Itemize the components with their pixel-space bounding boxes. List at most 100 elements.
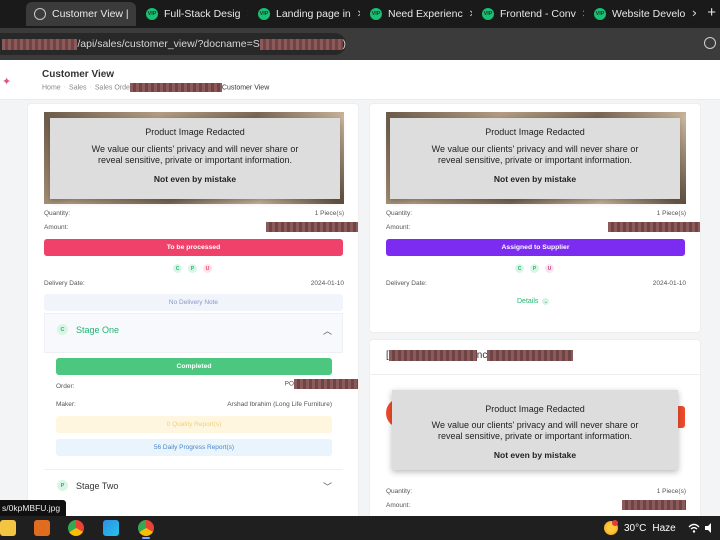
- weather-condition: Haze: [652, 522, 676, 534]
- chrome-icon[interactable]: [138, 520, 154, 536]
- file-explorer-icon[interactable]: [0, 520, 16, 536]
- stage-two-label: Stage Two: [76, 480, 119, 491]
- amount-value: [266, 222, 358, 232]
- redacted-block: [622, 500, 686, 510]
- maker-label: Maker:: [56, 401, 76, 408]
- order-item-card: Product Image Redacted We value our clie…: [370, 104, 700, 332]
- browser-tab-bar: Customer View | ✕ VIP Full-Stack Desig ✕…: [0, 0, 720, 28]
- zoom-icon[interactable]: [704, 37, 716, 49]
- breadcrumb-sales-order[interactable]: Sales Orde: [95, 84, 130, 91]
- url-text-suffix: ): [342, 38, 347, 50]
- step-chip-p[interactable]: P: [530, 264, 539, 273]
- stage-one-title[interactable]: C Stage One: [57, 324, 119, 335]
- close-icon[interactable]: ✕: [135, 9, 136, 20]
- breadcrumb-current: Customer View: [221, 84, 270, 92]
- close-icon[interactable]: ✕: [469, 9, 472, 20]
- page-header: ✦ Customer View Home · Sales · Sales Orde Cus…: [0, 60, 720, 100]
- order-card: [nc Product Image Redacted We value our …: [370, 340, 700, 516]
- order-label: Order:: [56, 383, 75, 390]
- amount-value: [622, 500, 686, 510]
- stage-status-button[interactable]: Completed: [56, 358, 332, 375]
- details-link[interactable]: Details ⌄: [517, 298, 550, 305]
- store-icon[interactable]: [103, 520, 119, 536]
- quantity-value: 1 Piece(s): [656, 488, 686, 495]
- tab-full-stack[interactable]: VIP Full-Stack Desig ✕: [138, 2, 248, 26]
- notice-title: Product Image Redacted: [145, 127, 245, 137]
- delivery-date-label: Delivery Date:: [386, 280, 427, 287]
- step-chip-u[interactable]: U: [545, 264, 554, 273]
- wifi-icon[interactable]: [688, 522, 700, 534]
- close-icon[interactable]: ✕: [582, 9, 584, 20]
- chevron-up-icon[interactable]: ︿: [323, 324, 332, 337]
- notice-body-line1: We value our clients' privacy and will n…: [431, 420, 639, 430]
- fiverr-icon: VIP: [370, 8, 382, 20]
- status-button[interactable]: Assigned to Supplier: [386, 239, 685, 256]
- close-icon[interactable]: ✕: [357, 9, 360, 20]
- order-value-prefix: PO: [284, 380, 294, 388]
- browser-toolbar: /api/sales/customer_view/?docname=S ): [0, 28, 720, 60]
- stage-two-badge: P: [57, 480, 68, 491]
- tab-landing-page[interactable]: VIP Landing page in ✕: [250, 2, 360, 26]
- close-icon[interactable]: ✕: [246, 9, 248, 20]
- rocket-icon[interactable]: ✦: [2, 75, 11, 88]
- quantity-value: 1 Piece(s): [656, 210, 686, 217]
- redaction-notice: Product Image Redacted We value our clie…: [390, 118, 680, 199]
- volume-icon[interactable]: [704, 522, 716, 534]
- fiverr-icon: VIP: [146, 8, 158, 20]
- temperature: 30°C: [624, 522, 647, 534]
- step-chips: C P U: [173, 264, 212, 273]
- tab-website-developer[interactable]: VIP Website Develo ✕: [586, 2, 696, 26]
- tab-need-experienced[interactable]: VIP Need Experienc ✕: [362, 2, 472, 26]
- order-value: PO: [285, 379, 358, 389]
- quantity-label: Quantity:: [44, 210, 71, 217]
- notice-title: Product Image Redacted: [485, 404, 585, 414]
- notice-body-line1: We value our clients' privacy and will n…: [431, 144, 639, 154]
- step-chip-c[interactable]: C: [173, 264, 182, 273]
- notice-emphasis: Not even by mistake: [153, 174, 237, 184]
- amount-label: Amount:: [386, 224, 411, 231]
- stage-one-badge: C: [57, 324, 68, 335]
- tab-label: Frontend - Conv: [500, 8, 576, 20]
- step-chips: C P U: [515, 264, 554, 273]
- step-chip-u[interactable]: U: [203, 264, 212, 273]
- redacted-block: [608, 222, 700, 232]
- chevron-down-icon: ⌄: [542, 298, 550, 305]
- tab-label: Customer View |: [52, 8, 129, 20]
- notice-body-line2: reveal sensitive, private or important i…: [437, 431, 633, 441]
- tab-label: Landing page in: [276, 8, 351, 20]
- order-card-title: [nc: [386, 350, 574, 362]
- weather-widget[interactable]: 30°C Haze: [604, 520, 676, 535]
- status-button[interactable]: To be processed: [44, 239, 343, 256]
- quality-reports-link[interactable]: 0 Quality Report(s): [56, 416, 332, 433]
- delivery-date-value: 2024-01-10: [310, 280, 344, 287]
- close-icon[interactable]: ✕: [691, 9, 696, 20]
- delivery-date-label: Delivery Date:: [44, 280, 85, 287]
- order-item-card: Product Image Redacted We value our clie…: [28, 104, 358, 516]
- stage-two-title[interactable]: P Stage Two: [57, 480, 118, 491]
- xampp-icon[interactable]: [34, 520, 50, 536]
- chrome-icon[interactable]: [68, 520, 84, 536]
- notice-body-line2: reveal sensitive, private or important i…: [437, 155, 633, 165]
- notice-body-line1: We value our clients' privacy and will n…: [91, 144, 299, 154]
- redacted-block: [294, 379, 358, 389]
- tab-customer-view[interactable]: Customer View | ✕: [26, 2, 136, 26]
- divider: [44, 469, 343, 470]
- weather-icon: [604, 520, 618, 535]
- new-tab-button[interactable]: +: [707, 4, 716, 21]
- order-card-title-mid: nc: [476, 350, 488, 362]
- redacted-block: [487, 350, 574, 361]
- active-app-indicator: [142, 537, 150, 539]
- breadcrumb: Home · Sales · Sales Orde Customer View: [42, 83, 270, 92]
- step-chip-c[interactable]: C: [515, 264, 524, 273]
- breadcrumb-home[interactable]: Home: [42, 84, 61, 91]
- globe-icon: [34, 8, 46, 20]
- url-field[interactable]: /api/sales/customer_view/?docname=S ): [0, 33, 346, 55]
- link-status-bar: s/0kpMBFU.jpg: [0, 500, 67, 516]
- step-chip-p[interactable]: P: [188, 264, 197, 273]
- progress-reports-link[interactable]: 56 Daily Progress Report(s): [56, 439, 332, 456]
- breadcrumb-sales[interactable]: Sales: [69, 84, 87, 91]
- tab-label: Need Experienc: [388, 8, 463, 20]
- chevron-down-icon[interactable]: ﹀: [323, 480, 332, 493]
- redacted-block: [259, 38, 343, 50]
- tab-frontend[interactable]: VIP Frontend - Conv ✕: [474, 2, 584, 26]
